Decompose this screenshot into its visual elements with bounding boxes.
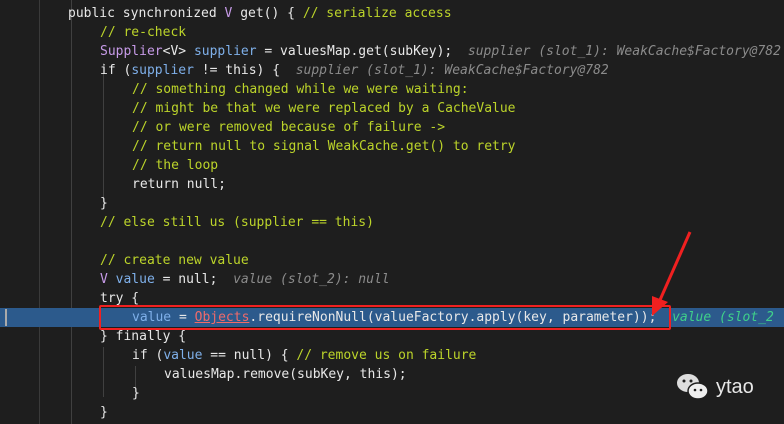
watermark-label: ytao — [716, 375, 754, 398]
watermark: ytao — [676, 372, 754, 402]
wechat-icon — [677, 374, 709, 400]
annotation-arrow — [652, 231, 692, 316]
